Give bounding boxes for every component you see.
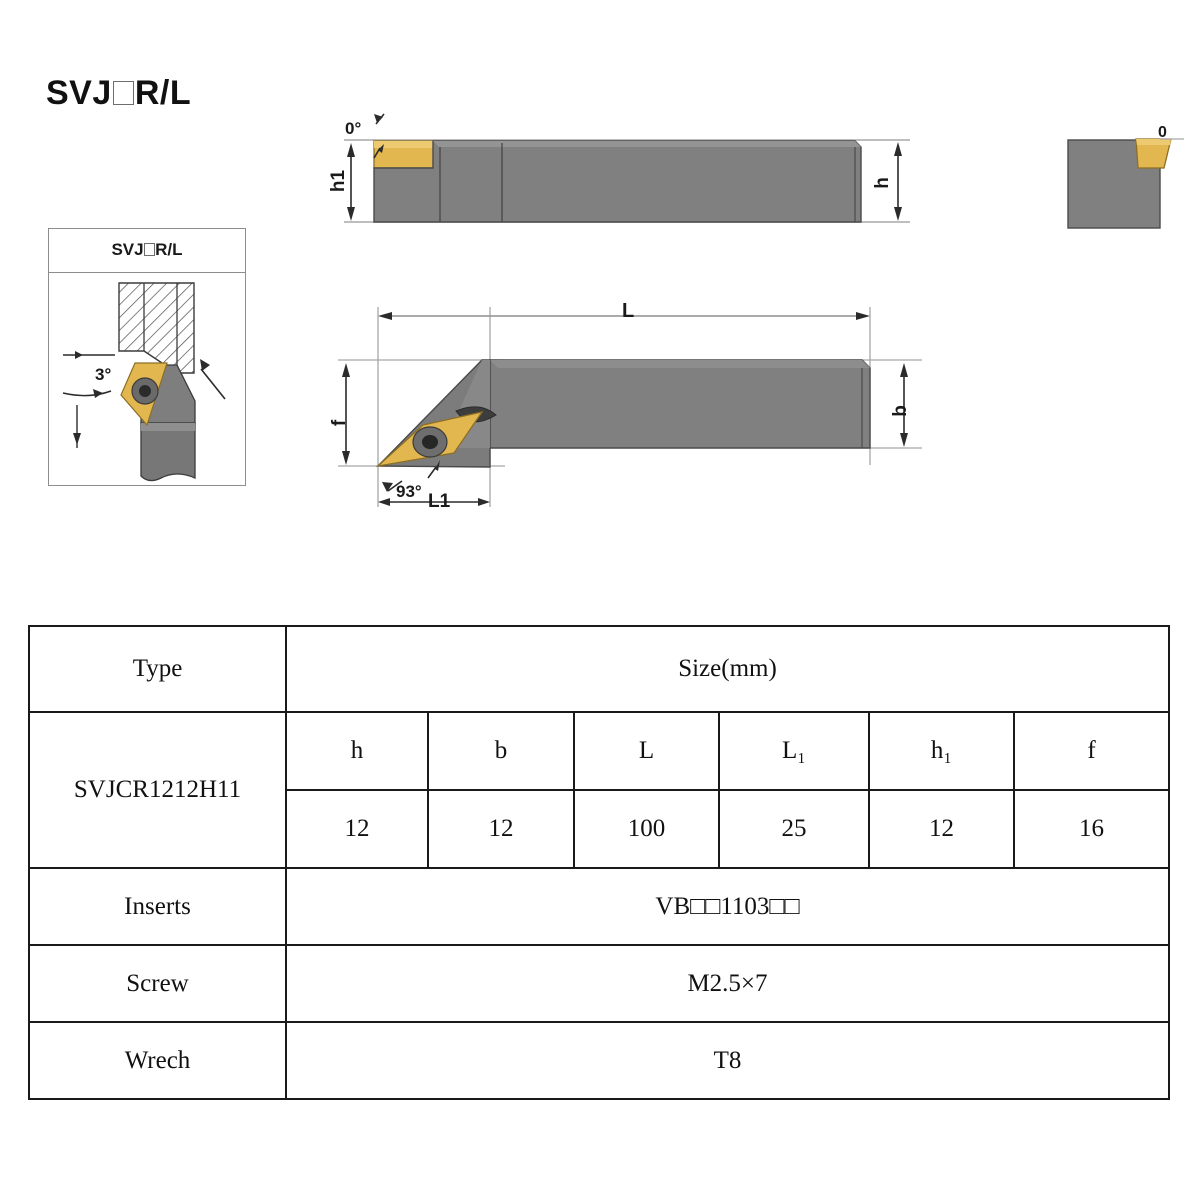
inset-title: SVJ R/L [111, 240, 183, 259]
cutting-insert-top [373, 140, 441, 169]
value-screw: M2.5×7 [285, 944, 1170, 1023]
table-row-wrench: Wrech T8 [28, 1021, 1170, 1100]
symbol-L: L [573, 711, 720, 791]
page-title-suffix: R/L [134, 74, 192, 112]
top-side-view [344, 113, 910, 223]
inset-illustration: 3° [62, 282, 226, 482]
table-row-screw: Screw M2.5×7 [28, 944, 1170, 1023]
value-h1: 12 [868, 789, 1015, 869]
table-row-header: Type Size(mm) [28, 625, 1170, 713]
value-inserts: VB□□1103□□ [285, 867, 1170, 946]
table-row-inserts: Inserts VB□□1103□□ [28, 867, 1170, 946]
label-b: b [889, 405, 911, 417]
value-b: 12 [427, 789, 575, 869]
label-93deg: 93° [396, 482, 422, 501]
specification-table: Type Size(mm) SVJCR1212H11 h b L L₁ h₁ f… [28, 625, 1170, 1100]
label-wrench: Wrech [28, 1021, 287, 1100]
label-h1: h1 [328, 169, 350, 193]
application-inset-panel: SVJ R/L 3° [48, 228, 246, 486]
label-L1: L1 [428, 491, 451, 512]
value-L1: 25 [718, 789, 870, 869]
dimension-h [894, 142, 902, 221]
symbol-L1: L₁ [718, 711, 870, 791]
placeholder-box-icon [144, 243, 155, 256]
label-0deg-end: 0 [1158, 124, 1167, 141]
symbol-b: b [427, 711, 575, 791]
cell-type-value: SVJCR1212H11 [28, 711, 287, 869]
end-face-view [1067, 138, 1184, 229]
drawing-page: SVJ R/L SVJ R/L 3° h1 0° h 0 L f b 93° L… [0, 0, 1200, 1200]
page-title: SVJ R/L [46, 74, 191, 113]
page-title-prefix: SVJ [46, 74, 112, 112]
value-L: 100 [573, 789, 720, 869]
feed-direction-arrow [200, 359, 226, 400]
table-row-symbols: SVJCR1212H11 h b L L₁ h₁ f [28, 711, 1170, 869]
label-f: f [329, 419, 351, 427]
label-inserts: Inserts [28, 867, 287, 946]
shank-body-top [373, 140, 862, 223]
workpiece-hatched [118, 282, 195, 374]
label-h: h [871, 177, 893, 189]
placeholder-box-icon [112, 80, 134, 106]
inset-angle-label: 3° [95, 365, 111, 384]
header-type: Type [28, 625, 287, 713]
label-screw: Screw [28, 944, 287, 1023]
dimension-f [342, 363, 350, 465]
shank-body-main [489, 359, 871, 449]
value-f: 16 [1013, 789, 1170, 869]
header-size: Size(mm) [285, 625, 1170, 713]
label-L: L [622, 300, 635, 322]
value-wrench: T8 [285, 1021, 1170, 1100]
symbol-h1: h₁ [868, 711, 1015, 791]
symbol-f: f [1013, 711, 1170, 791]
symbol-h: h [285, 711, 429, 791]
cutting-insert-end [1135, 138, 1172, 169]
label-0deg-top: 0° [345, 119, 362, 138]
value-h: 12 [285, 789, 429, 869]
